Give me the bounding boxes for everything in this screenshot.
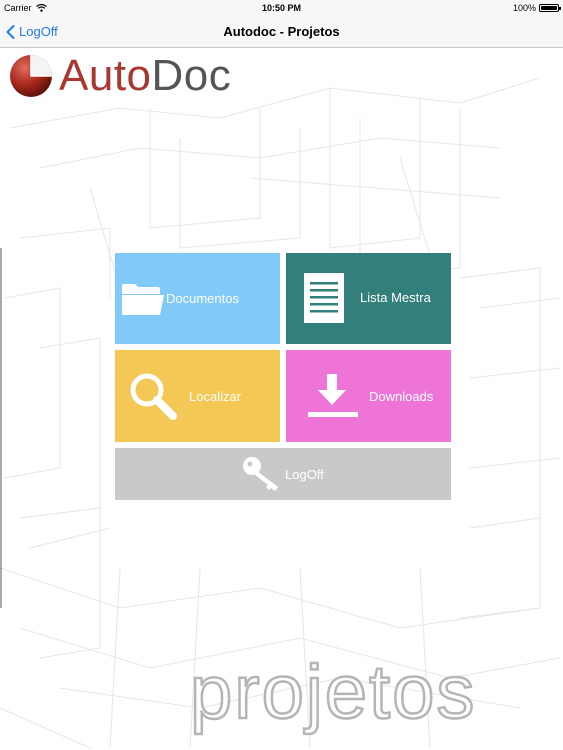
battery-icon: [539, 4, 561, 12]
localizar-tile[interactable]: Localizar: [115, 350, 280, 442]
lista-mestra-tile[interactable]: Lista Mestra: [286, 253, 451, 344]
page-title: Autodoc - Projetos: [223, 24, 340, 39]
localizar-label: Localizar: [189, 389, 242, 404]
logoff-tile[interactable]: LogOff: [115, 448, 451, 500]
projetos-watermark-text: projetos: [190, 652, 476, 735]
logo-wordmark: AutoDoc: [59, 54, 231, 98]
battery-percent: 100%: [512, 3, 536, 13]
logoff-label: LogOff: [285, 467, 324, 482]
logo-text-doc: Doc: [151, 51, 232, 100]
key-icon: [243, 457, 278, 491]
logo-text-auto: Auto: [59, 51, 152, 100]
projetos-watermark: projetos: [190, 652, 476, 736]
download-icon: [308, 374, 358, 417]
navigation-bar: LogOff Autodoc - Projetos: [0, 16, 563, 48]
folder-icon: [122, 284, 164, 315]
documentos-label: Documentos: [166, 291, 239, 306]
magnifier-icon: [130, 373, 177, 420]
downloads-label: Downloads: [369, 389, 434, 404]
autodoc-logo: AutoDoc: [8, 53, 231, 99]
documentos-tile[interactable]: Documentos: [115, 253, 280, 344]
lista-mestra-label: Lista Mestra: [360, 290, 431, 305]
status-time: 10:50 PM: [261, 3, 302, 13]
status-bar: Carrier 10:50 PM 100%: [0, 0, 563, 16]
battery-indicator: 100%: [512, 0, 561, 16]
downloads-tile[interactable]: Downloads: [286, 350, 451, 442]
background-sketch: [0, 77, 561, 749]
logo-sphere-icon: [10, 55, 52, 97]
document-list-icon: [304, 273, 344, 323]
